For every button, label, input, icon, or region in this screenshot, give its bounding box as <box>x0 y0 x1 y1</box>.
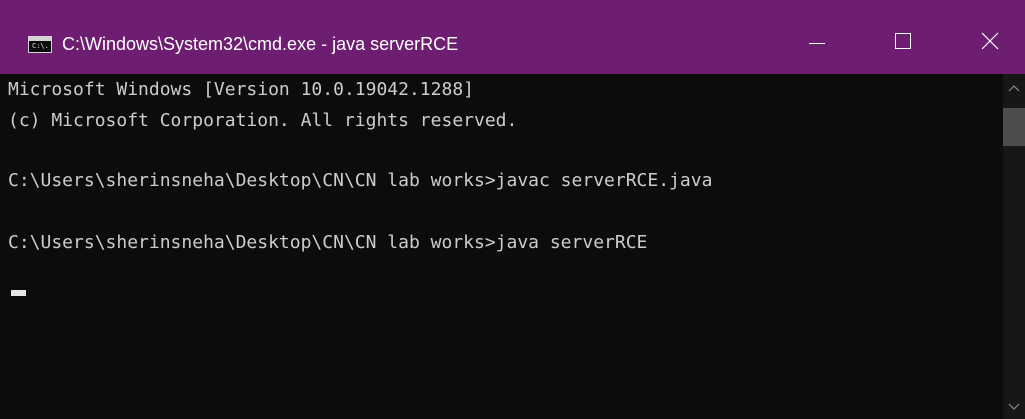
maximize-icon <box>895 33 911 49</box>
cmd-icon-text: C:\. <box>32 42 49 50</box>
close-icon <box>981 32 999 50</box>
chevron-up-icon[interactable] <box>1008 84 1020 92</box>
console-line: C:\Users\sherinsneha\Desktop\CN\CN lab w… <box>8 232 648 253</box>
console-output[interactable]: Microsoft Windows [Version 10.0.19042.12… <box>8 74 1003 419</box>
maximize-button[interactable] <box>876 18 932 74</box>
cmd-icon-bar <box>29 37 51 41</box>
minimize-icon <box>809 43 825 44</box>
vertical-scrollbar[interactable] <box>1003 74 1025 419</box>
window-title: C:\Windows\System32\cmd.exe - java serve… <box>62 34 459 54</box>
console-line: Microsoft Windows [Version 10.0.19042.12… <box>8 79 474 100</box>
cmd-window: C:\. C:\Windows\System32\cmd.exe - java … <box>0 0 1025 419</box>
console-line: (c) Microsoft Corporation. All rights re… <box>8 110 518 131</box>
minimize-button[interactable] <box>787 18 843 74</box>
console-line: C:\Users\sherinsneha\Desktop\CN\CN lab w… <box>8 170 713 191</box>
text-cursor <box>11 290 26 296</box>
scrollbar-thumb[interactable] <box>1003 108 1025 146</box>
close-button[interactable] <box>961 18 1017 74</box>
chevron-down-icon[interactable] <box>1008 403 1020 411</box>
title-bar[interactable]: C:\. C:\Windows\System32\cmd.exe - java … <box>0 0 1025 74</box>
cmd-icon[interactable]: C:\. <box>28 36 52 53</box>
